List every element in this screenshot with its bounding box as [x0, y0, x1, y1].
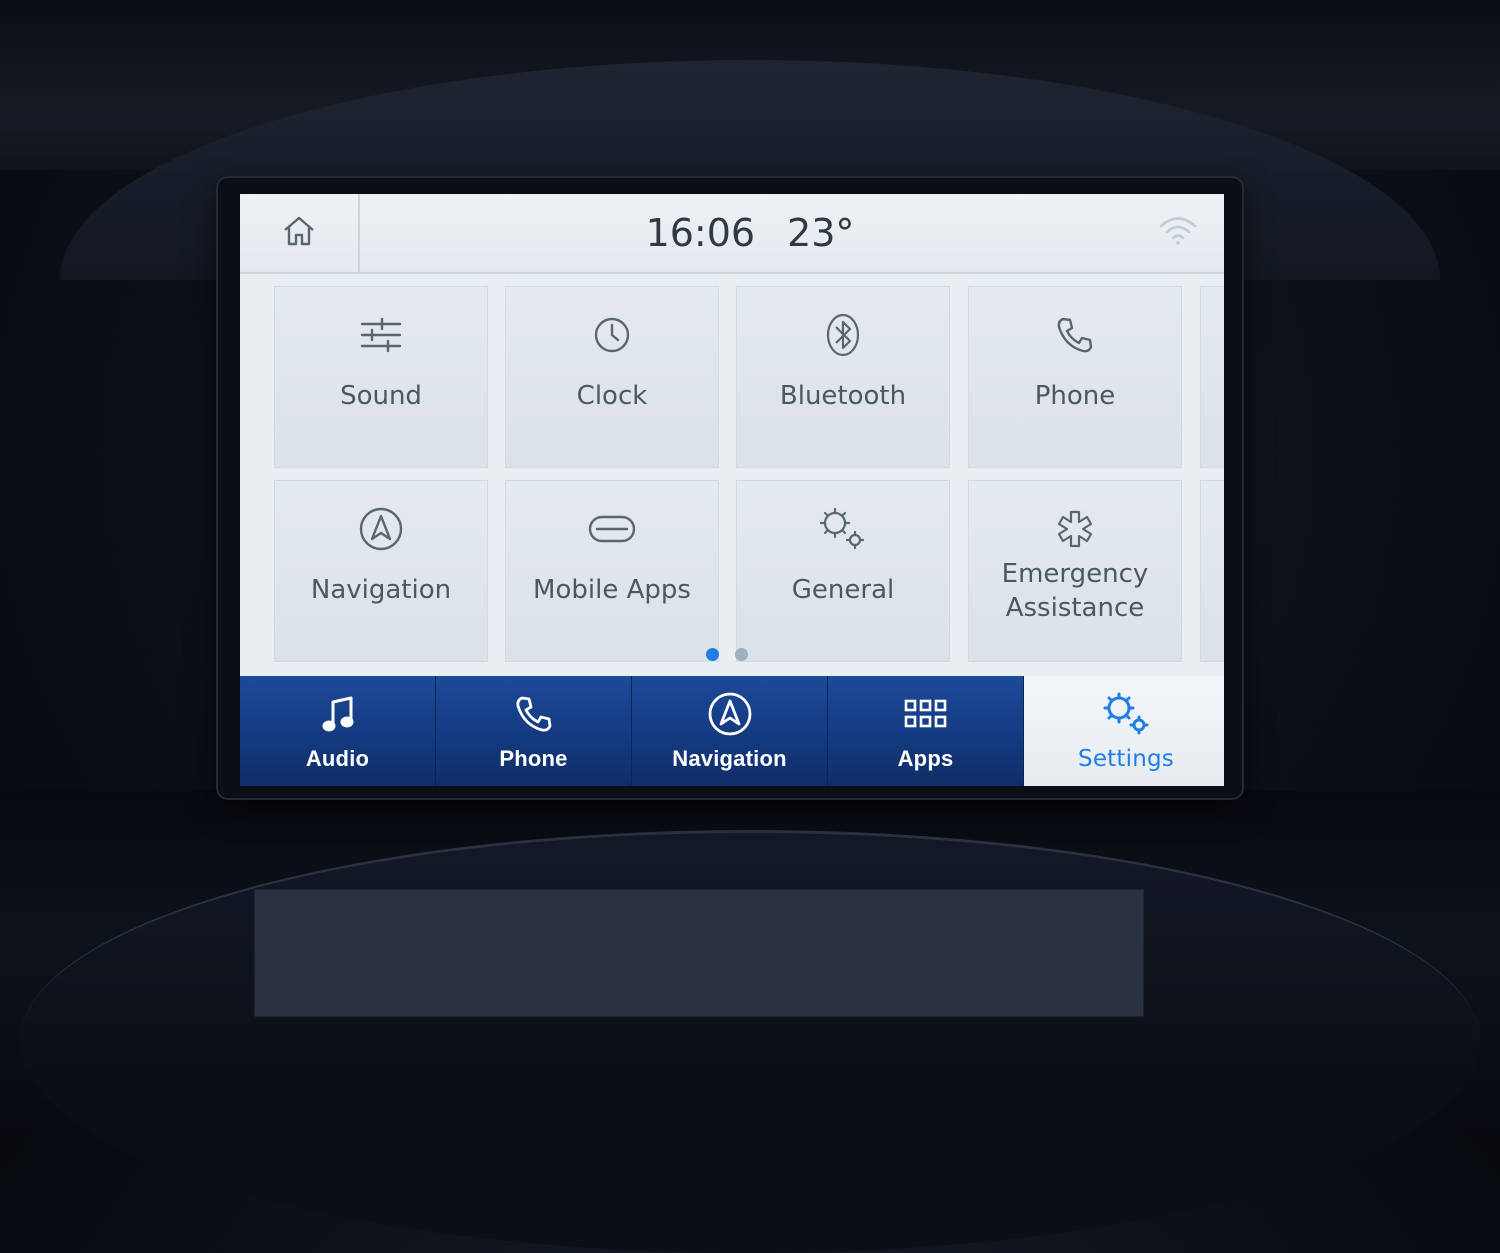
next-page-tile-peek — [1200, 286, 1224, 468]
nav-label: Phone — [499, 746, 568, 771]
page-dot-inactive[interactable] — [735, 648, 748, 661]
tile-sound[interactable]: Sound — [274, 286, 488, 468]
tile-label: Mobile Apps — [533, 575, 691, 605]
tile-general[interactable]: General — [736, 480, 950, 662]
tile-mobile-apps[interactable]: Mobile Apps — [505, 480, 719, 662]
mobile-apps-icon — [587, 507, 637, 551]
page-dot-active[interactable] — [706, 648, 719, 661]
settings-gear-icon — [1101, 692, 1151, 736]
bluetooth-icon — [825, 313, 861, 357]
home-icon — [281, 213, 317, 253]
tile-label: Bluetooth — [779, 381, 907, 411]
dashboard-curve — [20, 830, 1480, 1253]
nav-settings[interactable]: Settings — [1024, 676, 1224, 786]
settings-grid: Sound Clock Bluetooth Phone Navigation M… — [274, 286, 1224, 662]
nav-label: Navigation — [672, 746, 787, 771]
nav-phone[interactable]: Phone — [436, 676, 632, 786]
nav-apps[interactable]: Apps — [828, 676, 1024, 786]
wifi-icon — [1158, 214, 1198, 252]
outside-temperature: 23° — [787, 211, 855, 255]
gears-icon — [818, 507, 868, 551]
navigation-icon — [358, 507, 404, 551]
tile-label: General — [791, 575, 895, 605]
tile-label: Sound — [340, 381, 422, 411]
clock-icon — [592, 313, 632, 357]
phone-icon — [514, 692, 554, 736]
next-page-tile-peek — [1200, 480, 1224, 662]
tile-label: Phone — [1034, 381, 1116, 411]
emergency-icon — [1055, 507, 1095, 551]
equalizer-icon — [358, 313, 404, 357]
tile-label: Navigation — [310, 575, 452, 605]
clock-time: 16:06 — [645, 211, 756, 255]
tile-emergency-assistance[interactable]: Emergency Assistance — [968, 480, 1182, 662]
tile-label: Emergency Assistance — [1001, 559, 1149, 623]
nav-label: Settings — [1078, 746, 1174, 772]
status-center: 16:06 23° — [540, 194, 960, 272]
nav-navigation[interactable]: Navigation — [632, 676, 828, 786]
tile-phone[interactable]: Phone — [968, 286, 1182, 468]
page-indicator — [706, 648, 748, 661]
music-note-icon — [320, 692, 356, 736]
tile-bluetooth[interactable]: Bluetooth — [736, 286, 950, 468]
apps-grid-icon — [904, 692, 948, 736]
navigation-icon — [707, 692, 753, 736]
phone-icon — [1055, 313, 1095, 357]
nav-audio[interactable]: Audio — [240, 676, 436, 786]
infotainment-screen: 16:06 23° Sound Clock Bluetooth Phone Na… — [240, 194, 1224, 786]
nav-label: Apps — [897, 746, 954, 771]
tile-navigation[interactable]: Navigation — [274, 480, 488, 662]
home-button[interactable] — [240, 194, 360, 272]
bottom-nav-bar: Audio Phone Navigation Apps Settings — [240, 676, 1224, 786]
status-bar: 16:06 23° — [240, 194, 1224, 274]
tile-clock[interactable]: Clock — [505, 286, 719, 468]
tile-label: Clock — [576, 381, 648, 411]
nav-label: Audio — [305, 746, 370, 771]
